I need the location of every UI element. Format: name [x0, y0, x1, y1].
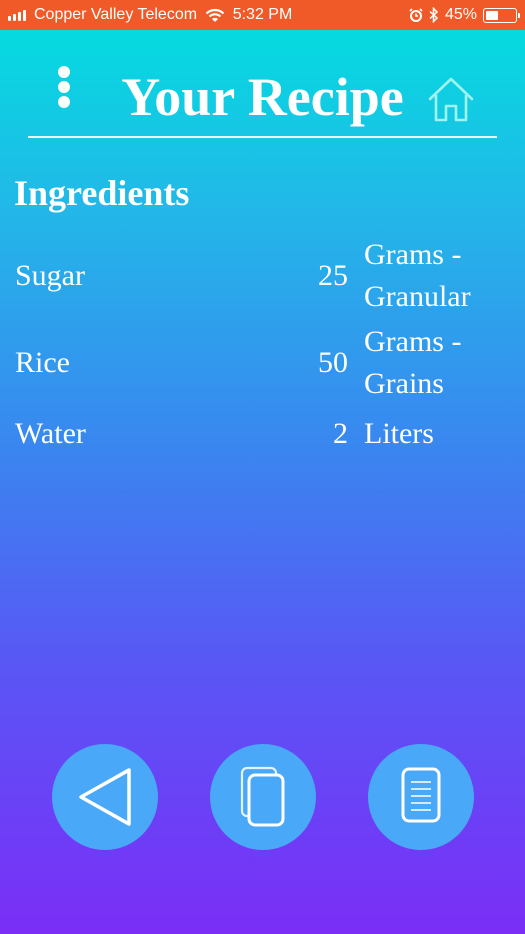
back-triangle-icon [79, 768, 131, 826]
bluetooth-icon [429, 7, 439, 23]
alarm-icon [409, 8, 423, 22]
ingredient-unit-line1: Grams - [364, 325, 462, 358]
document-button[interactable] [368, 744, 474, 850]
home-button[interactable] [424, 72, 478, 126]
header-divider [28, 136, 497, 138]
ingredient-quantity: 50 [318, 346, 348, 379]
home-icon [428, 77, 474, 122]
ingredients-title: Ingredients [14, 173, 190, 213]
ingredient-unit-line2: Grains [364, 367, 444, 400]
battery-percent: 45% [444, 6, 477, 23]
ingredient-name: Water [15, 417, 86, 450]
ingredient-unit-line1: Liters [364, 417, 434, 450]
status-bar: Copper Valley Telecom 5:32 PM 45% [0, 0, 525, 30]
copy-button[interactable] [210, 744, 316, 850]
document-icon [401, 767, 441, 823]
ingredient-quantity: 2 [333, 417, 348, 450]
ingredient-unit-line2: Granular [364, 280, 471, 313]
status-right: 45% [403, 6, 520, 24]
copy-icon [240, 766, 285, 827]
battery-icon [483, 7, 520, 23]
ingredient-name: Sugar [15, 259, 85, 292]
ingredient-unit-line1: Grams - [364, 238, 462, 271]
back-button[interactable] [52, 744, 158, 850]
battery-level [486, 10, 498, 20]
ingredient-name: Rice [15, 346, 70, 379]
ingredient-quantity: 25 [318, 259, 348, 292]
